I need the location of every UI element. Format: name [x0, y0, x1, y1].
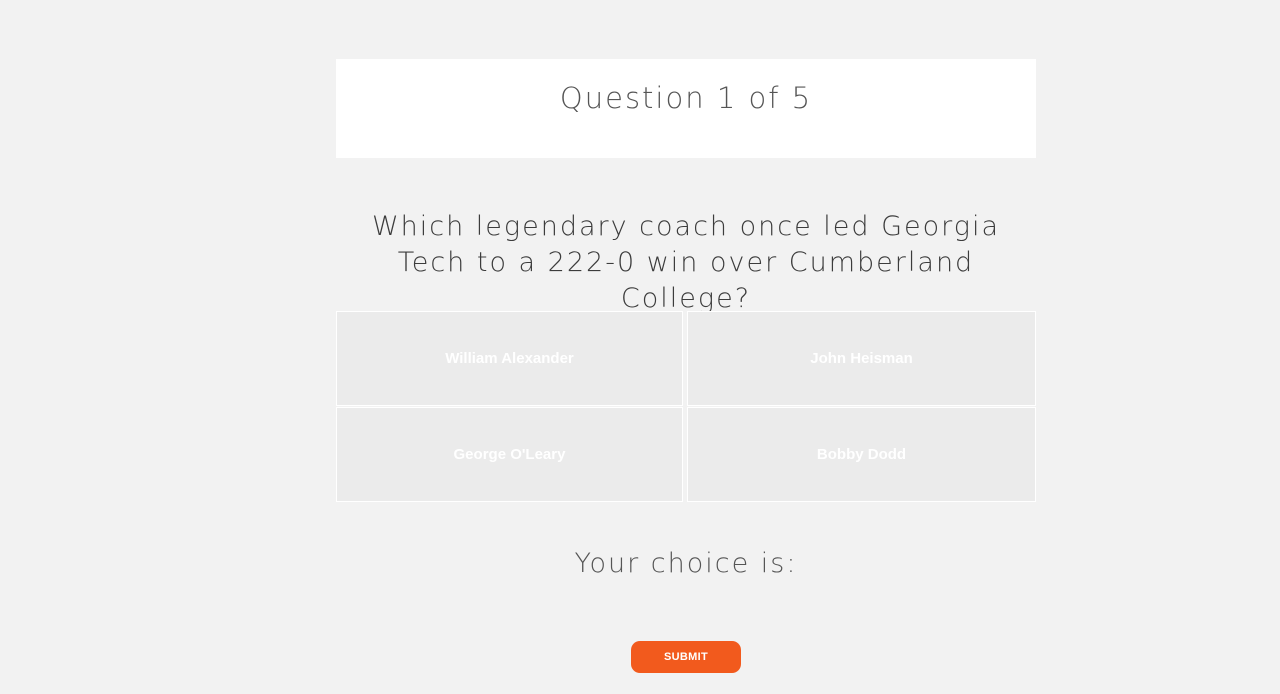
- submit-button[interactable]: SUBMIT: [631, 641, 741, 673]
- answer-option-bobby-dodd[interactable]: Bobby Dodd: [687, 407, 1036, 502]
- your-choice-label: Your choice is:: [574, 548, 798, 579]
- answer-option-william-alexander[interactable]: William Alexander: [336, 311, 683, 406]
- answer-option-john-heisman[interactable]: John Heisman: [687, 311, 1036, 406]
- answer-option-george-oleary[interactable]: George O'Leary: [336, 407, 683, 502]
- question-counter: Question 1 of 5: [559, 81, 813, 115]
- answer-options: William Alexander John Heisman George O'…: [336, 311, 1036, 503]
- answer-option-label: George O'Leary: [453, 446, 566, 463]
- question-text: Which legendary coach once led Georgia T…: [371, 211, 1001, 314]
- question-header: Question 1 of 5: [336, 59, 1036, 158]
- answer-option-label: John Heisman: [810, 350, 913, 367]
- answer-option-label: William Alexander: [445, 350, 574, 367]
- answer-option-label: Bobby Dodd: [816, 446, 907, 463]
- quiz-page: Question 1 of 5 Which legendary coach on…: [0, 0, 1280, 694]
